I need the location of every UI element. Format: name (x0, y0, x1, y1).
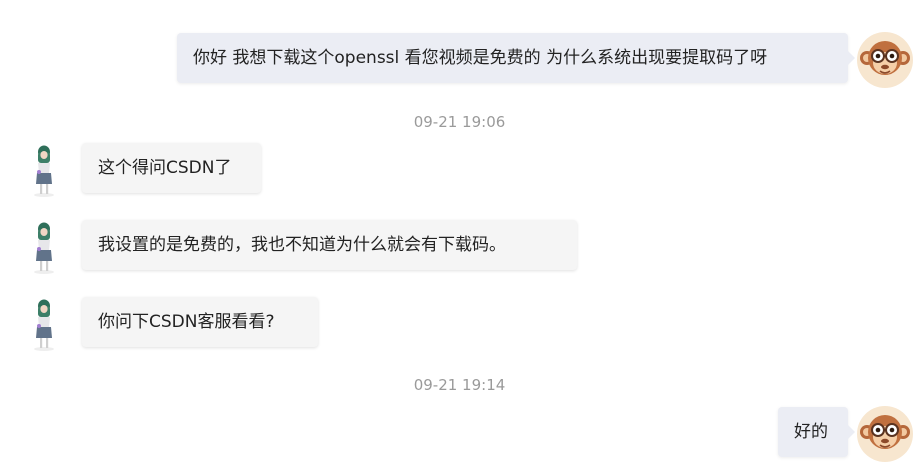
message-text: 你好 我想下载这个openssl 看您视频是免费的 为什么系统出现要提取码了呀 (193, 48, 768, 68)
timestamp: 09-21 19:06 (413, 113, 506, 131)
message-bubble[interactable]: 这个得问CSDN了 (82, 143, 261, 193)
monkey-avatar-icon[interactable] (857, 32, 913, 88)
girl-avatar-icon[interactable] (29, 298, 59, 352)
message-text: 这个得问CSDN了 (98, 158, 232, 178)
message-bubble[interactable]: 我设置的是免费的，我也不知道为什么就会有下载码。 (82, 220, 577, 270)
monkey-avatar-icon[interactable] (857, 406, 913, 462)
message-text: 你问下CSDN客服看看? (98, 312, 275, 332)
message-bubble[interactable]: 好的 (778, 407, 855, 457)
girl-avatar-icon[interactable] (29, 144, 59, 198)
message-bubble[interactable]: 你问下CSDN客服看看? (82, 297, 318, 347)
message-text: 我设置的是免费的，我也不知道为什么就会有下载码。 (98, 235, 506, 255)
timestamp: 09-21 19:14 (413, 376, 506, 394)
message-bubble[interactable]: 你好 我想下载这个openssl 看您视频是免费的 为什么系统出现要提取码了呀 (177, 33, 855, 83)
message-text: 好的 (794, 422, 828, 442)
girl-avatar-icon[interactable] (29, 221, 59, 275)
